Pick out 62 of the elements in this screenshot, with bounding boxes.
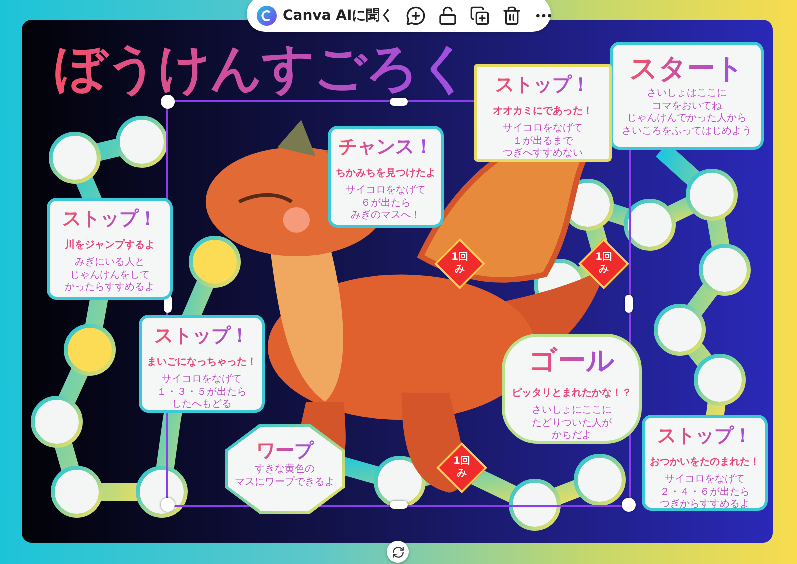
card-subtitle: 川をジャンプするよ [65,238,155,252]
resize-handle[interactable] [625,294,633,312]
rotate-button[interactable] [387,541,409,563]
board-space [51,466,103,518]
card-body-line: かったらすすめるよ [65,282,155,294]
unlock-icon[interactable] [438,6,458,26]
ask-ai-button[interactable]: Canva AIに聞く [257,6,394,26]
board-space [624,199,676,251]
board-space [189,236,241,288]
card-body-line: ２・４・６が出たら [660,486,750,499]
skip-turn-label: 1回 [596,252,612,264]
card-body-line: みぎのマスへ！ [351,210,421,222]
card-subtitle: ちかみちを見つけたよ [336,167,436,180]
card-body-line: コマをおいてね [652,100,722,113]
card-body-line: じゃんけんをして [70,270,150,282]
card-body-line: １・３・５が出たら [157,386,247,399]
card-body-line: さいしょにここに [532,405,612,418]
card-body-line: ６が出たら [361,198,411,210]
card-body-line: つぎからすすめるよ [660,499,750,512]
card-body-line: さいしょはここに [647,88,727,100]
resize-handle[interactable] [161,95,175,109]
card-body-line: すきな黄色の [255,464,315,476]
board-space [31,396,83,448]
card-subtitle: まいごになっちゃった！ [147,356,257,369]
board-space [654,304,706,356]
add-comment-icon[interactable] [406,6,426,26]
card-body-line: サイコロをなげて [346,185,426,198]
card-subtitle: オオカミにであった！ [493,105,593,118]
card-body-line: １が出るまで [513,136,573,148]
duplicate-icon[interactable] [470,6,490,26]
card-body-line: サイコロをなげて [665,474,745,486]
ai-logo-icon [257,6,277,26]
card-subtitle: おつかいをたのまれた！ [650,456,760,469]
card-body-line: マスにワープできるよ [235,476,335,489]
board-space [574,454,626,506]
card-subtitle: ピッタリとまれたかな！？ [512,386,632,400]
card-body-line: さいころをふってはじめよう [622,126,752,138]
resize-handle[interactable] [390,501,408,509]
skip-turn-label: み [599,264,609,276]
card-body-line: したへもどる [172,399,232,412]
board-space [116,116,168,168]
card-body-line: たどりついた人が [532,418,612,430]
skip-turn-label: 1回 [452,252,468,264]
board-space [699,244,751,296]
card-body-line: みぎにいる人と [75,257,145,270]
rotate-icon [392,546,404,558]
card-body-line: サイコロをなげて [503,123,583,136]
card-body-line: じゃんけんでかった人から [627,113,747,126]
skip-turn-label: 1回 [454,456,470,468]
card-body-line: つぎへすすめない [503,148,583,160]
resize-handle[interactable] [622,498,636,512]
resize-handle[interactable] [390,98,408,106]
card-body-line: サイコロをなげて [162,374,242,386]
board-space [694,354,746,406]
board-space [64,324,116,376]
board-space [49,132,101,184]
board-space [686,169,738,221]
skip-turn-label: み [457,468,467,480]
card-body-line: かちだよ [552,430,592,442]
skip-turn-label: み [455,264,465,276]
board-space [509,479,561,531]
trash-icon[interactable] [502,6,522,26]
